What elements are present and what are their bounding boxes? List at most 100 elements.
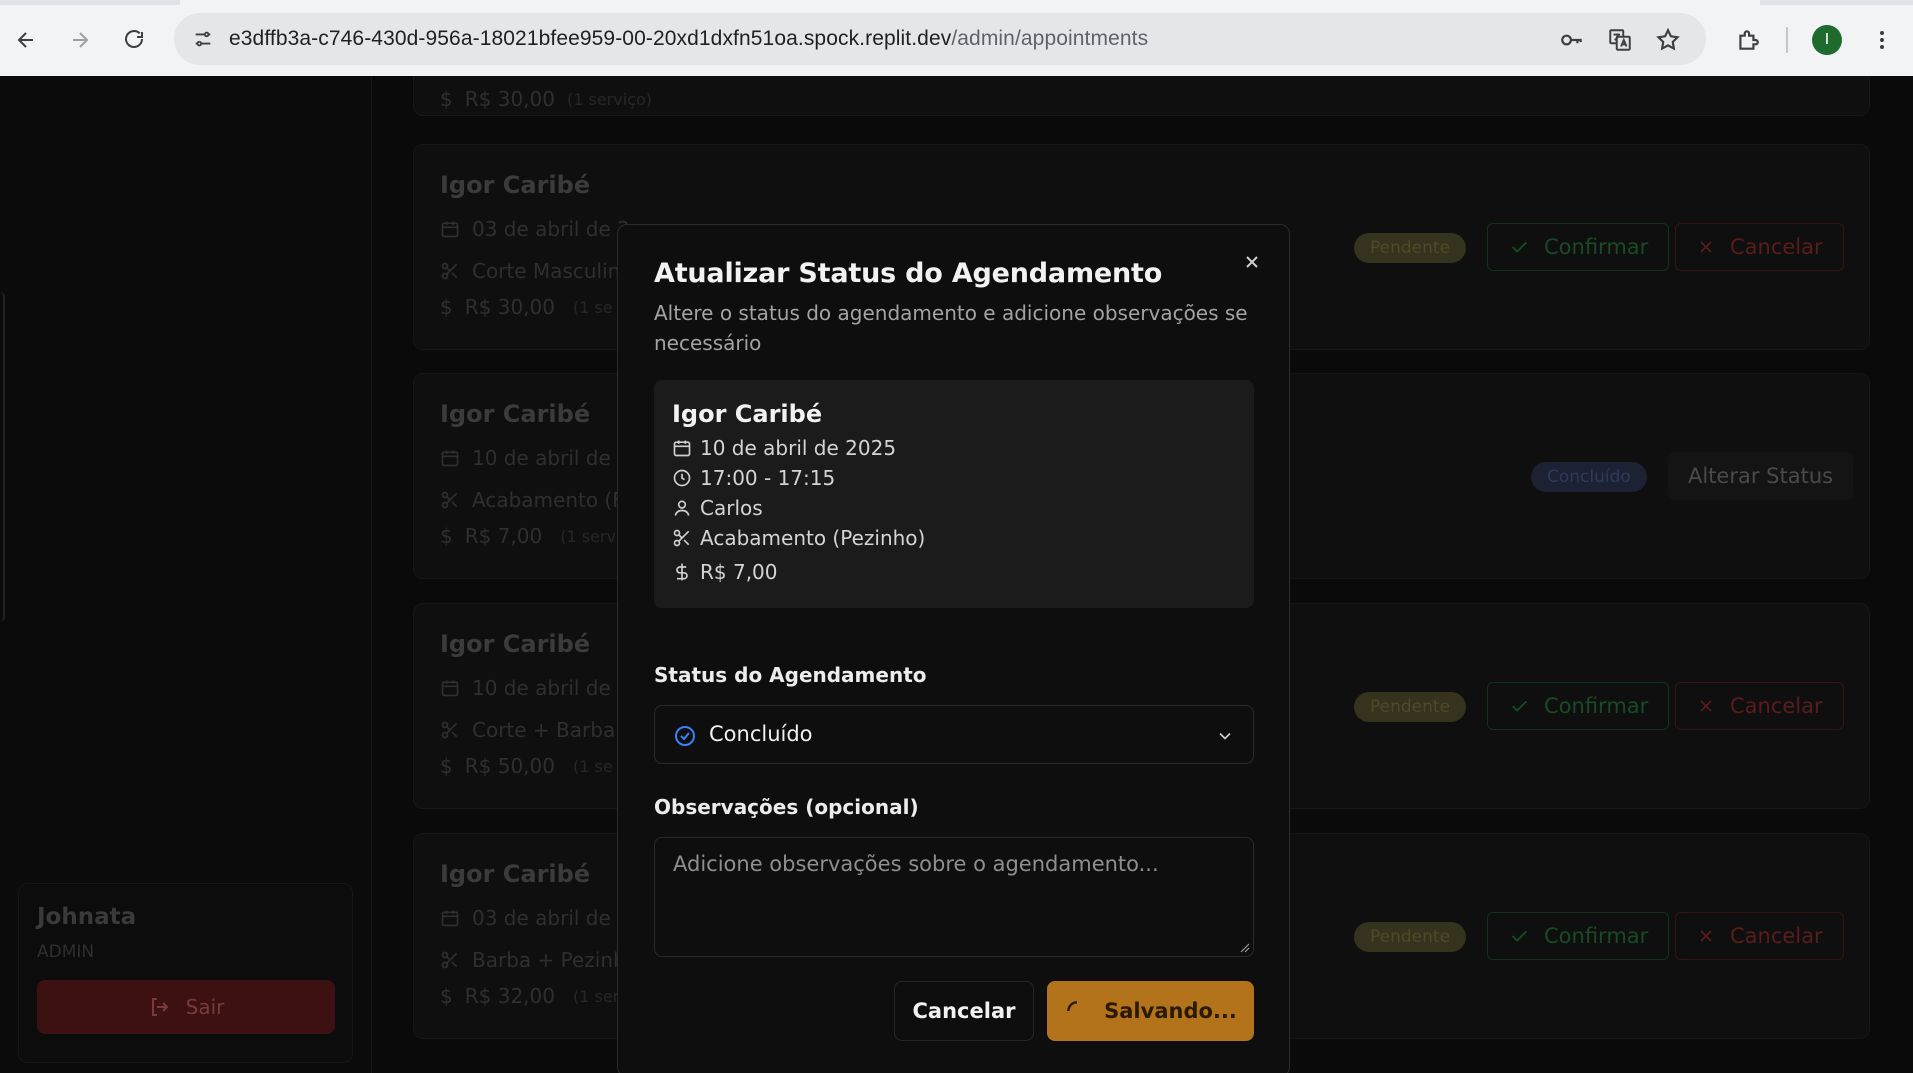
reload-button[interactable] bbox=[114, 20, 154, 60]
cancel-appointment-button[interactable]: Cancelar bbox=[1675, 223, 1844, 271]
chevron-down-icon bbox=[1219, 732, 1231, 740]
scissors-icon bbox=[441, 951, 458, 969]
alter-status-label: Alterar Status bbox=[1688, 464, 1834, 488]
card-service-row: Corte Masculin bbox=[440, 259, 620, 283]
card-date-row: 03 de abril de 2 bbox=[440, 217, 630, 241]
browser-menu-button[interactable] bbox=[1862, 20, 1902, 60]
user-icon bbox=[674, 500, 690, 516]
admin-appointments-page: Johnata ADMIN Sair $ R$ 30,00 (1 serviço… bbox=[0, 76, 1913, 1073]
confirm-label: Confirmar bbox=[1544, 924, 1649, 948]
card-client: Igor Caribé bbox=[440, 400, 591, 428]
confirm-button[interactable]: Confirmar bbox=[1487, 912, 1670, 960]
card-date: 10 de abril de 2 bbox=[472, 676, 630, 700]
dollar-icon: $ bbox=[440, 524, 453, 548]
user-role: ADMIN bbox=[37, 942, 95, 962]
summary-service: Acabamento (Pezinho) bbox=[700, 526, 926, 550]
card-price-row: $ R$ 7,00 (1 serv bbox=[440, 524, 616, 548]
user-panel: Johnata ADMIN Sair bbox=[18, 883, 353, 1063]
card-price: R$ 50,00 bbox=[464, 754, 555, 778]
cancel-appointment-button[interactable]: Cancelar bbox=[1675, 912, 1844, 960]
cancel-appointment-button[interactable]: Cancelar bbox=[1675, 682, 1844, 730]
card-date: 10 de abril de 2 bbox=[472, 446, 630, 470]
card-price-row: $ R$ 30,00 (1 serviço) bbox=[440, 87, 652, 111]
notes-textarea[interactable]: Adicione observações sobre o agendamento… bbox=[654, 837, 1254, 957]
appointment-summary: Igor Caribé 10 de abril de 2025 17:00 - … bbox=[654, 380, 1254, 608]
card-price: R$ 30,00 bbox=[464, 295, 555, 319]
calendar-icon bbox=[673, 440, 691, 457]
card-price: R$ 30,00 bbox=[464, 87, 555, 111]
card-client: Igor Caribé bbox=[440, 171, 591, 199]
calendar-icon bbox=[441, 910, 459, 927]
extensions-button[interactable] bbox=[1728, 20, 1768, 60]
save-button[interactable]: Salvando... bbox=[1047, 981, 1254, 1041]
confirm-button[interactable]: Confirmar bbox=[1487, 223, 1670, 271]
scissors-icon bbox=[441, 721, 458, 739]
status-badge: Pendente bbox=[1354, 692, 1467, 722]
browser-toolbar: e3dffb3a-c746-430d-956a-18021bfee959-00-… bbox=[0, 0, 1913, 76]
card-count: (1 serv bbox=[560, 526, 616, 546]
summary-time: 17:00 - 17:15 bbox=[700, 466, 836, 490]
card-count: (1 se bbox=[572, 297, 613, 317]
address-bar[interactable]: e3dffb3a-c746-430d-956a-18021bfee959-00-… bbox=[174, 13, 1706, 65]
check-icon bbox=[1511, 700, 1527, 712]
dialog-title: Atualizar Status do Agendamento bbox=[654, 258, 1163, 289]
password-key-button[interactable] bbox=[1558, 26, 1586, 54]
calendar-icon bbox=[441, 450, 459, 467]
url-host: e3dffb3a-c746-430d-956a-18021bfee959-00-… bbox=[229, 27, 952, 50]
user-name: Johnata bbox=[37, 904, 137, 930]
confirm-button[interactable]: Confirmar bbox=[1487, 682, 1670, 730]
spinner-icon bbox=[1067, 1001, 1078, 1012]
profile-button[interactable]: I bbox=[1807, 20, 1847, 60]
card-price-row: $ R$ 30,00 (1 se bbox=[440, 295, 613, 319]
card-date: 03 de abril de 2 bbox=[472, 906, 630, 930]
status-badge: Pendente bbox=[1354, 233, 1467, 263]
check-icon bbox=[1511, 241, 1527, 253]
summary-date: 10 de abril de 2025 bbox=[700, 436, 897, 460]
cancel-label: Cancelar bbox=[1730, 694, 1823, 718]
x-icon bbox=[1700, 930, 1712, 942]
notes-placeholder: Adicione observações sobre o agendamento… bbox=[673, 852, 1159, 876]
dollar-icon: $ bbox=[440, 87, 453, 111]
summary-client: Igor Caribé bbox=[672, 400, 823, 428]
forward-button[interactable] bbox=[60, 20, 100, 60]
close-button[interactable] bbox=[1237, 247, 1267, 277]
summary-service-row: Acabamento (Pezinho) bbox=[672, 526, 925, 550]
resize-grip-icon[interactable] bbox=[1238, 941, 1250, 953]
logout-button[interactable]: Sair bbox=[37, 980, 335, 1034]
cancel-button[interactable]: Cancelar bbox=[894, 981, 1034, 1041]
card-service-row: Barba + Pezinh bbox=[440, 948, 626, 972]
summary-barber-row: Carlos bbox=[672, 496, 763, 520]
x-icon bbox=[1700, 700, 1712, 712]
sidebar-resize-handle[interactable] bbox=[0, 292, 5, 622]
card-service-row: Acabamento (F bbox=[440, 488, 624, 512]
status-badge: Pendente bbox=[1354, 922, 1467, 952]
back-button[interactable] bbox=[6, 20, 46, 60]
bookmark-button[interactable] bbox=[1654, 26, 1682, 54]
close-icon bbox=[1246, 256, 1258, 268]
star-icon bbox=[1656, 27, 1680, 51]
calendar-icon bbox=[441, 221, 459, 238]
dialog-description: Altere o status do agendamento e adicion… bbox=[654, 301, 1248, 355]
card-service-row: Corte + Barba bbox=[440, 718, 615, 742]
card-count: (1 se bbox=[572, 756, 613, 776]
summary-price: R$ 7,00 bbox=[700, 560, 778, 584]
site-info-button[interactable] bbox=[184, 20, 222, 58]
sidebar: Johnata ADMIN Sair bbox=[0, 76, 372, 1073]
status-select[interactable]: Concluído bbox=[654, 705, 1254, 764]
arrow-right-icon bbox=[73, 32, 89, 48]
alter-status-button[interactable]: Alterar Status bbox=[1668, 452, 1854, 500]
card-count: (1 serviço) bbox=[566, 89, 652, 109]
cancel-label: Cancelar bbox=[1730, 235, 1823, 259]
url-text[interactable]: e3dffb3a-c746-430d-956a-18021bfee959-00-… bbox=[229, 27, 1148, 51]
status-badge: Concluído bbox=[1531, 462, 1647, 492]
cancel-label: Cancelar bbox=[1730, 924, 1823, 948]
summary-date-row: 10 de abril de 2025 bbox=[672, 436, 896, 460]
status-select-value: Concluído bbox=[709, 722, 813, 746]
notes-label: Observações (opcional) bbox=[654, 795, 919, 819]
reload-icon bbox=[125, 30, 143, 48]
card-price-row: $ R$ 50,00 (1 se bbox=[440, 754, 613, 778]
tab-strip bbox=[0, 0, 1913, 5]
scissors-icon bbox=[441, 262, 458, 280]
translate-button[interactable] bbox=[1606, 26, 1634, 54]
arrow-left-icon bbox=[17, 32, 33, 48]
